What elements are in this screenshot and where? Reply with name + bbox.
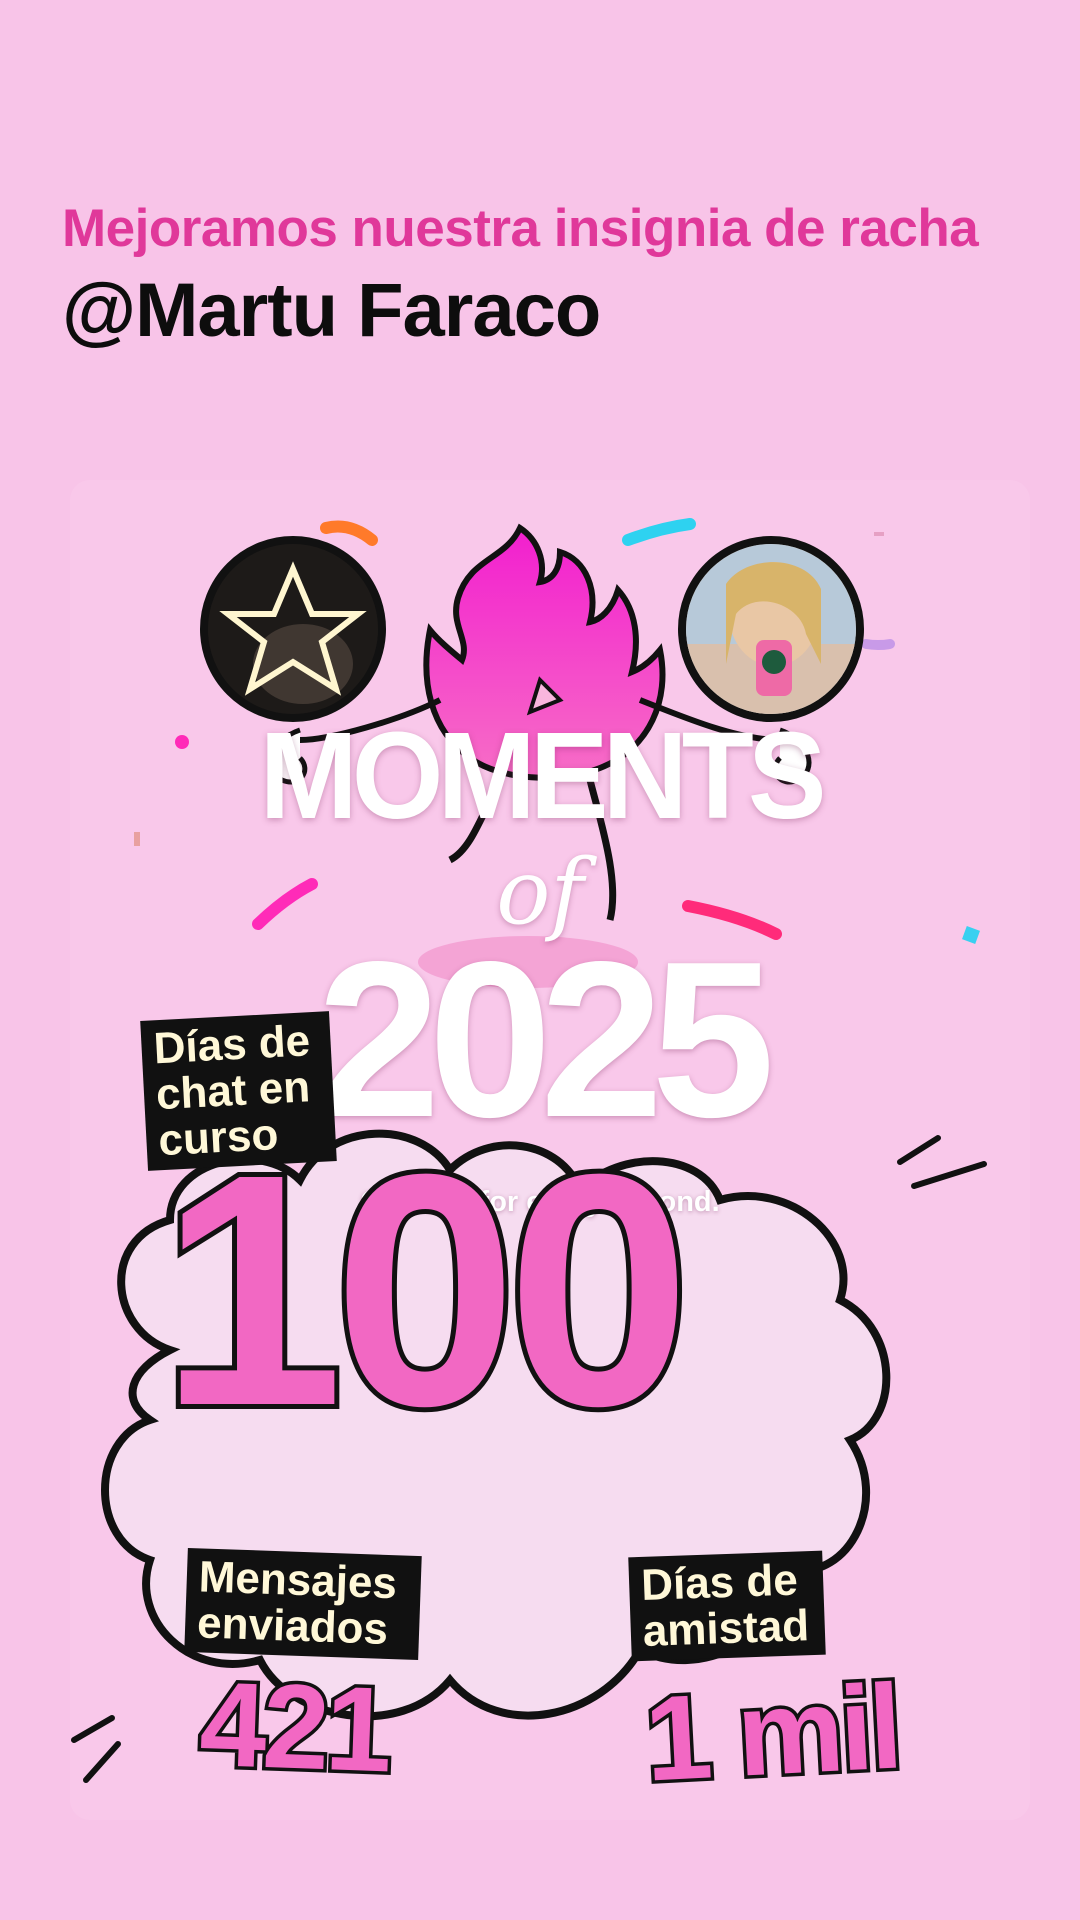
friendship-count: 1 mil [638, 1656, 905, 1810]
confetti-bit [874, 532, 884, 536]
friendship-label: Días de amistad [628, 1550, 826, 1662]
moments-title: MOMENTS [259, 706, 826, 846]
messages-label: Mensajes enviados [184, 1547, 422, 1661]
user-photo-avatar[interactable] [678, 536, 864, 722]
streak-count: 100 [155, 1105, 696, 1474]
star-icon [208, 544, 378, 714]
confetti-lilac [861, 639, 895, 650]
messages-count: 421 [194, 1653, 394, 1800]
friend-avatar-star[interactable] [200, 536, 386, 722]
user-photo-icon [686, 544, 856, 714]
